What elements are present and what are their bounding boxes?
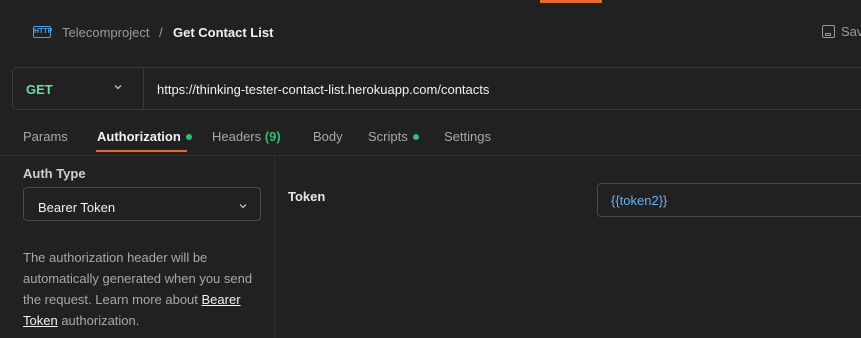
tab-body[interactable]: Body — [313, 129, 343, 144]
headers-count: (9) — [264, 129, 281, 144]
auth-help-text: The authorization header will be automat… — [23, 247, 268, 331]
method-label: GET — [26, 82, 53, 97]
panel-divider[interactable] — [274, 156, 275, 338]
breadcrumb-collection[interactable]: Telecomproject — [62, 25, 149, 40]
scripts-active-dot — [412, 133, 419, 140]
auth-type-label: Auth Type — [23, 166, 86, 181]
request-editor: HTTP Telecomproject / Get Contact List S… — [0, 0, 861, 338]
tab-settings[interactable]: Settings — [444, 129, 491, 144]
tab-params[interactable]: Params — [23, 129, 68, 144]
token-value: {{token2}} — [611, 193, 668, 208]
url-input[interactable]: https://thinking-tester-contact-list.her… — [157, 82, 489, 97]
breadcrumb-request-name[interactable]: Get Contact List — [173, 25, 273, 40]
chevron-down-icon[interactable] — [113, 82, 123, 92]
tab-scripts[interactable]: Scripts — [368, 129, 419, 144]
save-button[interactable]: Save — [822, 24, 861, 39]
active-tab-accent — [540, 0, 602, 3]
active-tab-underline — [96, 150, 187, 152]
tab-headers[interactable]: Headers (9) — [212, 129, 281, 144]
tab-headers-label: Headers — [212, 129, 262, 144]
save-icon — [822, 25, 835, 38]
breadcrumb-separator: / — [159, 25, 163, 40]
token-label: Token — [288, 189, 326, 204]
tab-scripts-label: Scripts — [368, 129, 408, 144]
tab-authorization-label: Authorization — [97, 129, 181, 144]
auth-type-value: Bearer Token — [38, 200, 116, 215]
save-label: Save — [841, 24, 861, 39]
http-request-icon: HTTP — [33, 26, 52, 38]
chevron-down-icon[interactable] — [238, 201, 248, 211]
tabs-divider — [0, 155, 861, 156]
auth-help-suffix: authorization. — [61, 313, 140, 328]
tab-authorization[interactable]: Authorization — [97, 129, 192, 144]
authorization-active-dot — [185, 133, 192, 140]
